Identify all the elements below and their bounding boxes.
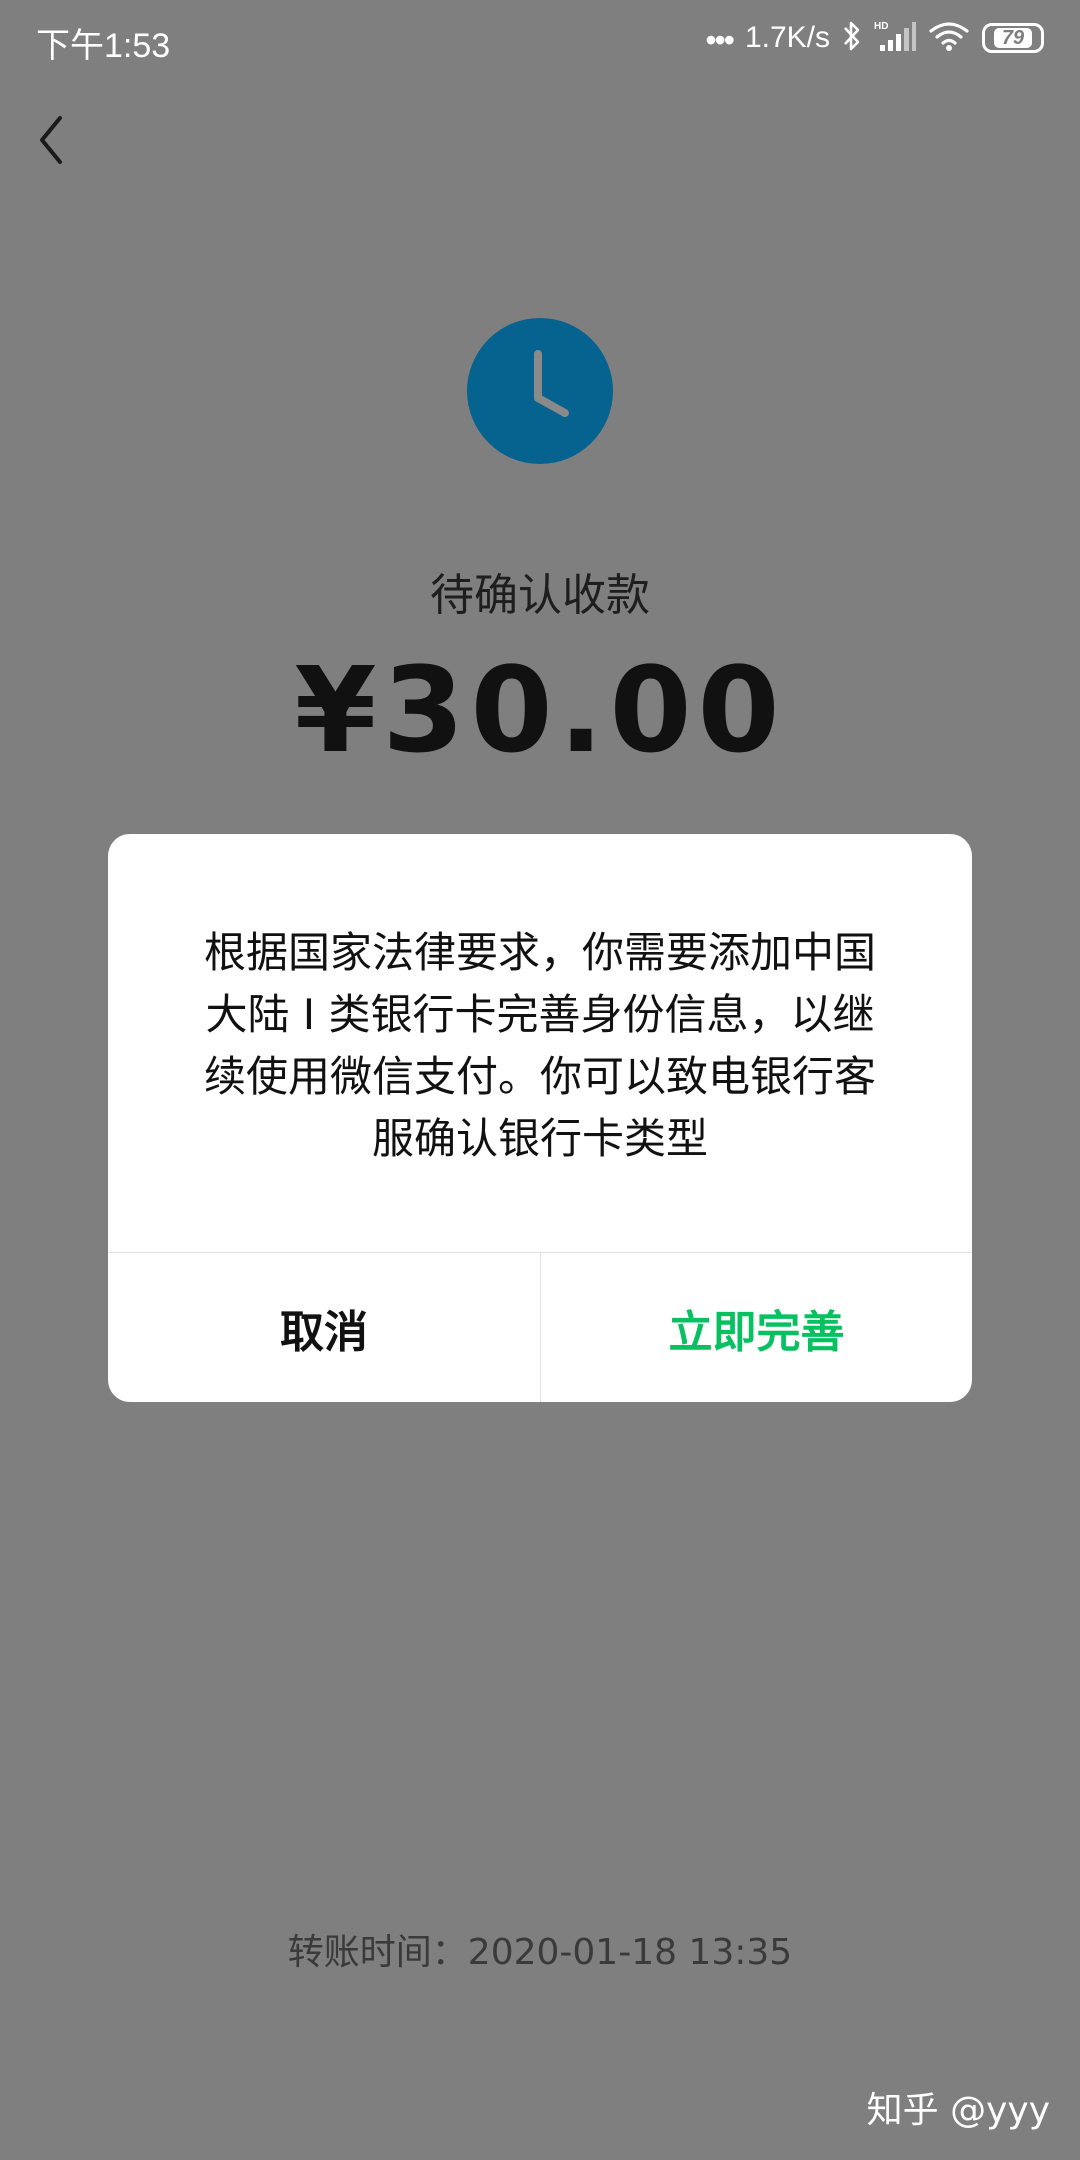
complete-now-button[interactable]: 立即完善 (541, 1253, 972, 1402)
notification-dots: ••• (705, 22, 735, 58)
battery-level: 79 (993, 28, 1033, 48)
dialog-message: 根据国家法律要求，你需要添加中国 大陆 I 类银行卡完善身份信息，以继 续使用微… (168, 922, 912, 1170)
transfer-time: 转账时间：2020-01-18 13:35 (287, 1932, 793, 1973)
dialog-message-line: 大陆 I 类银行卡完善身份信息，以继 (205, 990, 875, 1039)
payment-status-title: 待确认收款 (430, 570, 650, 621)
wifi-icon (928, 19, 970, 57)
battery-icon: 79 (982, 23, 1044, 53)
svg-text:HD: HD (874, 21, 888, 32)
bluetooth-icon (842, 19, 862, 57)
cancel-button[interactable]: 取消 (108, 1253, 540, 1402)
back-button[interactable] (30, 110, 90, 170)
network-speed: 1.7K/s (744, 21, 830, 54)
clock-icon (467, 318, 613, 464)
status-time: 下午1:53 (36, 27, 171, 65)
transfer-amount: ¥30.00 (294, 641, 786, 779)
watermark: 知乎 @yyy (866, 2090, 1050, 2131)
hd-signal-icon: HD (874, 19, 916, 57)
dialog-message-line: 根据国家法律要求，你需要添加中国 (203, 928, 876, 977)
bank-card-dialog: 根据国家法律要求，你需要添加中国 大陆 I 类银行卡完善身份信息，以继 续使用微… (108, 834, 972, 1402)
chevron-left-icon (40, 116, 62, 164)
status-bar: 下午1:53 ••• 1.7K/s HD 79 (0, 0, 1080, 80)
status-indicators: ••• 1.7K/s HD 79 (705, 16, 1044, 60)
dialog-message-line: 续使用微信支付。你可以致电银行客 (203, 1052, 876, 1101)
dialog-message-line: 服确认银行卡类型 (371, 1114, 708, 1163)
